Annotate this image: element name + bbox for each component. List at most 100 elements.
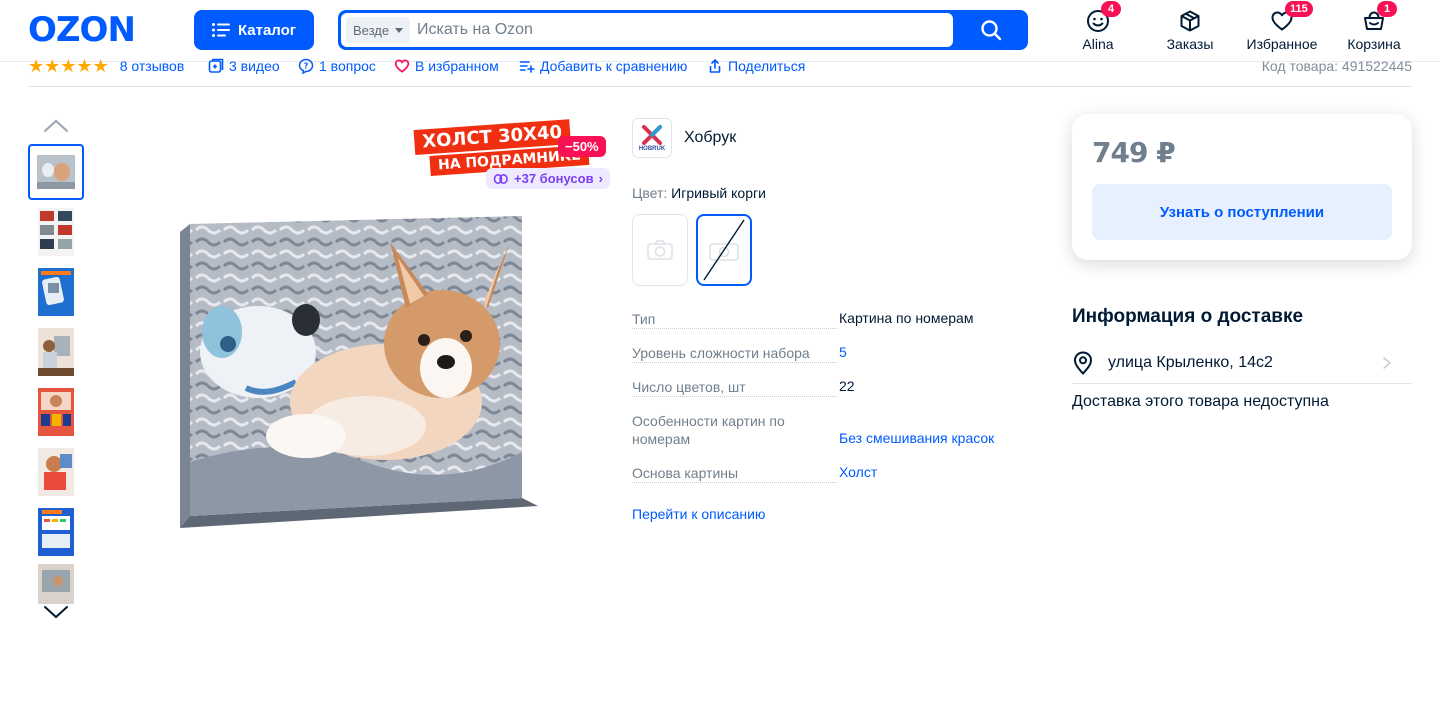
favorite-label: В избранном bbox=[415, 58, 499, 74]
search-button[interactable] bbox=[954, 10, 1028, 50]
favorites-badge: 115 bbox=[1285, 1, 1313, 17]
caret-down-icon bbox=[395, 27, 404, 33]
chevron-right-icon bbox=[1383, 356, 1392, 369]
thumbnail-5[interactable] bbox=[28, 384, 84, 440]
reviews-count: 8 отзывов bbox=[119, 58, 185, 74]
bonus-badge[interactable]: +37 бонусов › bbox=[486, 168, 610, 189]
thumbnail-image bbox=[38, 328, 74, 376]
questions-label: 1 вопрос bbox=[319, 58, 376, 74]
corgi-canvas-image bbox=[180, 216, 538, 528]
delivery-address-selector[interactable]: улица Крыленко, 14с2 bbox=[1072, 342, 1412, 384]
delivery-status: Доставка этого товара недоступна bbox=[1072, 393, 1329, 410]
catalog-button[interactable]: Каталог bbox=[194, 10, 314, 50]
thumbnail-7[interactable] bbox=[28, 504, 84, 560]
star-icon: ★ bbox=[44, 56, 61, 76]
spec-key: Уровень сложности набора bbox=[632, 344, 837, 363]
camera-placeholder-icon bbox=[647, 240, 673, 260]
question-bubble-icon: ? bbox=[298, 58, 314, 74]
price-card: 749 ₽ Узнать о поступлении bbox=[1072, 114, 1412, 260]
profile-badge: 4 bbox=[1101, 1, 1121, 17]
videos-label: 3 видео bbox=[229, 58, 280, 74]
spec-key: Особенности картин по номерам bbox=[632, 413, 785, 447]
share-link[interactable]: Поделиться bbox=[707, 58, 805, 74]
star-icon: ★ bbox=[60, 56, 77, 76]
thumbnail-2[interactable] bbox=[28, 204, 84, 260]
spec-value: Картина по номерам bbox=[839, 310, 974, 326]
nav-cart[interactable]: 1 Корзина bbox=[1346, 1, 1402, 54]
share-label: Поделиться bbox=[728, 58, 806, 74]
bonus-label: +37 бонусов bbox=[514, 171, 594, 186]
brand-link[interactable]: HOBRUK Хобрук bbox=[632, 118, 736, 158]
cart-badge: 1 bbox=[1377, 1, 1397, 17]
rating-link[interactable]: ★ ★ ★ ★ ★ 8 отзывов bbox=[28, 56, 185, 76]
video-plus-icon bbox=[208, 58, 224, 73]
spec-value-link[interactable]: 5 bbox=[839, 344, 847, 360]
videos-link[interactable]: 3 видео bbox=[208, 58, 280, 74]
thumbnail-3[interactable] bbox=[28, 264, 84, 320]
chevron-right-icon: › bbox=[598, 171, 603, 186]
spec-key: Основа картины bbox=[632, 464, 837, 483]
catalog-label: Каталог bbox=[237, 21, 297, 39]
header: OZON Каталог Везде Искать на Ozon 4 Alin… bbox=[0, 0, 1440, 62]
delivery-address: улица Крыленко, 14с2 bbox=[1108, 353, 1273, 371]
thumbnail-8[interactable] bbox=[28, 564, 84, 604]
color-label: Цвет: Игривый корги bbox=[632, 185, 766, 201]
spec-key: Число цветов, шт bbox=[632, 378, 837, 397]
thumbnail-4[interactable] bbox=[28, 324, 84, 380]
product-main-image[interactable]: ХОЛСТ 30Х40 НА ПОДРАМНИКЕ −50% +37 бонус… bbox=[160, 118, 610, 608]
nav-profile[interactable]: 4 Alina bbox=[1080, 1, 1121, 54]
search-input[interactable] bbox=[417, 13, 937, 47]
thumbnails-scroll-down[interactable] bbox=[42, 604, 70, 620]
thumbnails-scroll-up[interactable] bbox=[42, 118, 70, 134]
thumbnail-image bbox=[38, 388, 74, 436]
rating-stars: ★ ★ ★ ★ ★ bbox=[28, 56, 109, 76]
color-swatch-2-unavailable[interactable] bbox=[696, 214, 752, 286]
notify-availability-button[interactable]: Узнать о поступлении bbox=[1092, 184, 1392, 240]
thumbnail-image bbox=[37, 155, 75, 189]
search-bar: Везде bbox=[338, 10, 1028, 50]
product-meta-strip: ★ ★ ★ ★ ★ 8 отзывов 3 видео ? 1 вопрос В изб… bbox=[28, 56, 1412, 87]
discount-badge: −50% bbox=[558, 136, 606, 157]
star-icon: ★ bbox=[28, 56, 45, 76]
color-swatch-1[interactable] bbox=[632, 214, 688, 286]
compare-link[interactable]: Добавить к сравнению bbox=[519, 58, 687, 74]
nav-orders[interactable]: Заказы bbox=[1166, 8, 1214, 54]
product-sku: Код товара: 491522445 bbox=[1261, 58, 1412, 74]
compare-icon bbox=[519, 61, 535, 73]
brand-logo: HOBRUK bbox=[632, 118, 672, 158]
spec-value: 22 bbox=[839, 378, 855, 394]
search-field-wrap: Везде bbox=[341, 13, 953, 47]
favorite-toggle[interactable]: В избранном bbox=[394, 58, 499, 74]
share-icon bbox=[709, 58, 721, 73]
questions-link[interactable]: ? 1 вопрос bbox=[298, 58, 376, 74]
star-icon: ★ bbox=[76, 56, 93, 76]
thumbnail-1[interactable] bbox=[28, 144, 84, 200]
thumbnail-image bbox=[38, 564, 74, 604]
bonus-coin-icon bbox=[493, 173, 508, 184]
delivery-title: Информация о доставке bbox=[1072, 306, 1304, 327]
ozon-logo[interactable]: OZON bbox=[28, 12, 136, 48]
color-value: Игривый корги bbox=[671, 185, 766, 201]
search-icon bbox=[981, 20, 1002, 41]
price: 749 ₽ bbox=[1092, 136, 1176, 169]
nav-profile-label: Alina bbox=[1082, 36, 1114, 52]
brand-logo-mark bbox=[642, 124, 662, 145]
thumbnail-image bbox=[38, 208, 74, 256]
camera-placeholder-crossed-icon bbox=[703, 219, 745, 281]
brand-name: Хобрук bbox=[684, 129, 737, 146]
thumbnail-6[interactable] bbox=[28, 444, 84, 500]
search-scope-label: Везде bbox=[353, 22, 390, 38]
nav-favorites[interactable]: 115 Избранное bbox=[1246, 1, 1318, 54]
heart-outline-icon bbox=[394, 59, 410, 73]
nav-orders-label: Заказы bbox=[1166, 36, 1214, 52]
thumbnail-image bbox=[38, 448, 74, 496]
search-scope-select[interactable]: Везде bbox=[346, 17, 410, 43]
thumbnail-image bbox=[38, 508, 74, 556]
spec-value-link[interactable]: Холст bbox=[839, 464, 877, 480]
goto-description-link[interactable]: Перейти к описанию bbox=[632, 506, 765, 522]
spec-key: Тип bbox=[632, 310, 837, 329]
brand-logo-text: HOBRUK bbox=[638, 145, 666, 152]
spec-value-link[interactable]: Без смешивания красок bbox=[839, 430, 994, 446]
nav-cart-label: Корзина bbox=[1347, 36, 1401, 52]
compare-label: Добавить к сравнению bbox=[540, 58, 688, 74]
